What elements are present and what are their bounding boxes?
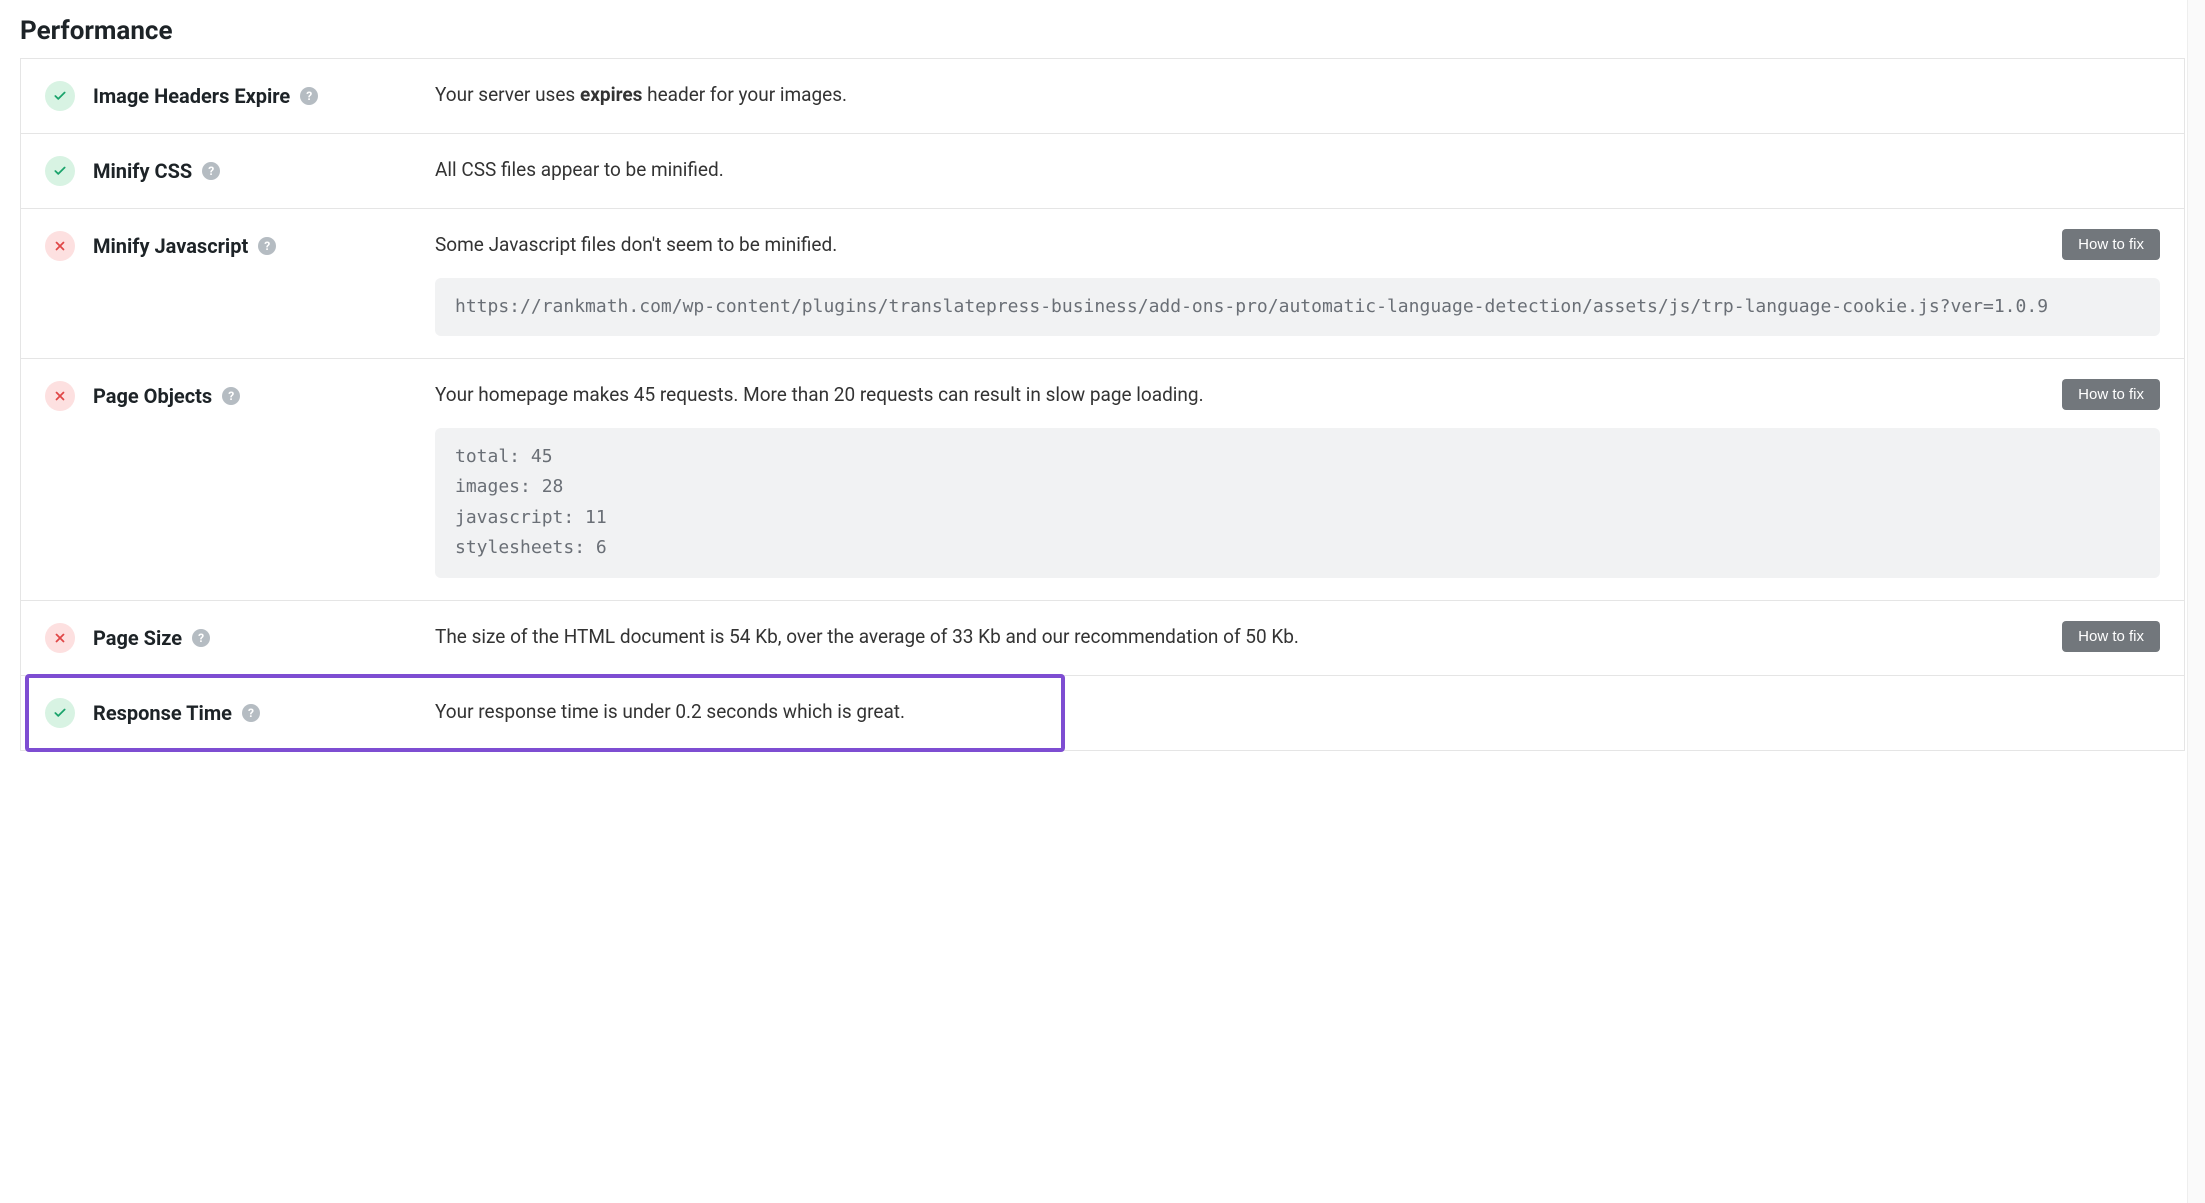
check-image-headers: Image Headers Expire ? Your server uses … bbox=[21, 59, 2184, 134]
check-label: Response Time ? bbox=[93, 701, 260, 725]
check-label-text: Page Size bbox=[93, 626, 182, 650]
check-pass-icon bbox=[45, 156, 75, 186]
help-icon[interactable]: ? bbox=[258, 237, 276, 255]
section-title: Performance bbox=[20, 16, 2185, 46]
desc-text: header for your images. bbox=[642, 83, 847, 106]
check-label-text: Minify Javascript bbox=[93, 234, 248, 258]
check-label: Page Size ? bbox=[93, 626, 210, 650]
help-icon[interactable]: ? bbox=[192, 629, 210, 647]
check-response-time: Response Time ? Your response time is un… bbox=[21, 676, 2184, 750]
how-to-fix-button[interactable]: How to fix bbox=[2062, 379, 2160, 410]
how-to-fix-button[interactable]: How to fix bbox=[2062, 621, 2160, 652]
help-icon[interactable]: ? bbox=[222, 387, 240, 405]
code-block: https://rankmath.com/wp-content/plugins/… bbox=[435, 278, 2160, 337]
help-icon[interactable]: ? bbox=[300, 87, 318, 105]
check-desc: Your server uses expires header for your… bbox=[435, 81, 2160, 110]
check-label-text: Page Objects bbox=[93, 384, 212, 408]
check-desc: Your homepage makes 45 requests. More th… bbox=[435, 381, 2160, 410]
check-label-text: Response Time bbox=[93, 701, 232, 725]
check-desc: Some Javascript files don't seem to be m… bbox=[435, 231, 2160, 260]
help-icon[interactable]: ? bbox=[202, 162, 220, 180]
check-fail-icon bbox=[45, 231, 75, 261]
check-pass-icon bbox=[45, 698, 75, 728]
check-label: Page Objects ? bbox=[93, 384, 240, 408]
check-label: Minify CSS ? bbox=[93, 159, 220, 183]
check-desc: Your response time is under 0.2 seconds … bbox=[435, 698, 2160, 727]
desc-bold: expires bbox=[580, 83, 642, 106]
check-label-text: Minify CSS bbox=[93, 159, 192, 183]
help-icon[interactable]: ? bbox=[242, 704, 260, 722]
check-page-objects: Page Objects ? Your homepage makes 45 re… bbox=[21, 359, 2184, 601]
check-desc: The size of the HTML document is 54 Kb, … bbox=[435, 623, 2160, 652]
scrollbar-track[interactable] bbox=[2187, 0, 2205, 1203]
check-desc: All CSS files appear to be minified. bbox=[435, 156, 2160, 185]
check-fail-icon bbox=[45, 623, 75, 653]
check-label-text: Image Headers Expire bbox=[93, 84, 290, 108]
code-block: total: 45 images: 28 javascript: 11 styl… bbox=[435, 428, 2160, 578]
check-minify-css: Minify CSS ? All CSS files appear to be … bbox=[21, 134, 2184, 209]
check-label: Minify Javascript ? bbox=[93, 234, 276, 258]
desc-text: Your server uses bbox=[435, 83, 580, 106]
check-fail-icon bbox=[45, 381, 75, 411]
performance-checks: Image Headers Expire ? Your server uses … bbox=[20, 58, 2185, 751]
check-minify-js: Minify Javascript ? Some Javascript file… bbox=[21, 209, 2184, 359]
check-page-size: Page Size ? The size of the HTML documen… bbox=[21, 601, 2184, 676]
how-to-fix-button[interactable]: How to fix bbox=[2062, 229, 2160, 260]
check-pass-icon bbox=[45, 81, 75, 111]
check-label: Image Headers Expire ? bbox=[93, 84, 318, 108]
